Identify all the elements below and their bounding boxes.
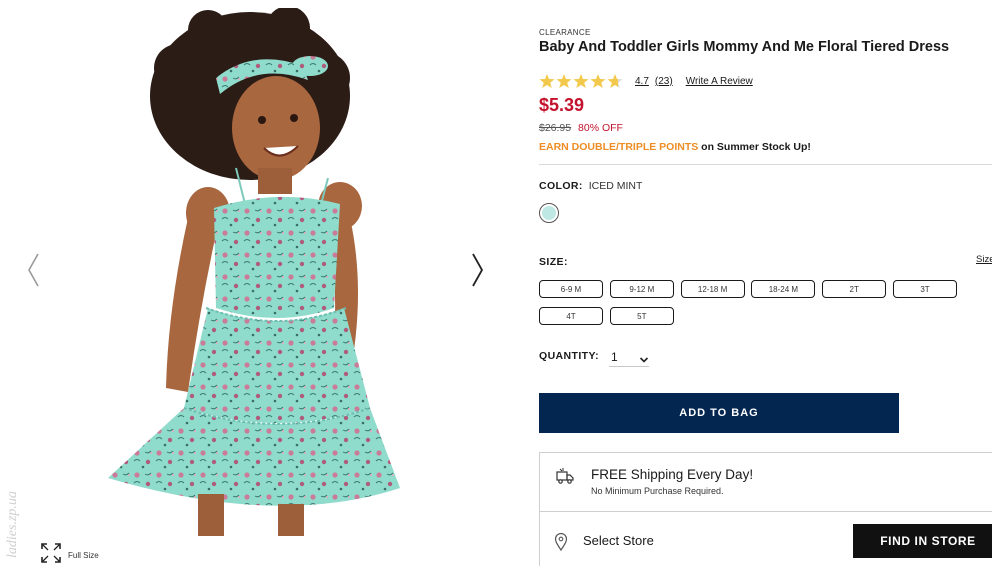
shipping-title: FREE Shipping Every Day! <box>591 467 754 482</box>
promo-rest: on Summer Stock Up! <box>698 141 811 153</box>
promo-text: EARN DOUBLE/TRIPLE POINTS on Summer Stoc… <box>539 141 811 153</box>
size-guide-link[interactable]: Size <box>976 254 992 265</box>
star-icon <box>607 73 623 89</box>
select-store-link[interactable]: Select Store <box>583 533 654 548</box>
truck-icon <box>556 467 574 485</box>
write-review-link[interactable]: Write A Review <box>686 76 753 87</box>
rating-value[interactable]: 4.7 <box>635 76 649 87</box>
sale-price: $5.39 <box>539 95 585 115</box>
clearance-badge: CLEARANCE <box>539 28 591 37</box>
size-option[interactable]: 6-9 M <box>539 280 603 298</box>
fulfillment-box: FREE Shipping Every Day! No Minimum Purc… <box>539 452 992 566</box>
discount-label: 80% OFF <box>578 122 623 134</box>
star-icon <box>539 73 555 89</box>
add-to-bag-button[interactable]: ADD TO BAG <box>539 393 899 433</box>
product-photo[interactable] <box>88 8 418 536</box>
quantity-value: 1 <box>611 349 618 364</box>
rating-row: 4.7 (23) Write A Review <box>539 72 753 90</box>
size-option[interactable]: 9-12 M <box>609 280 674 298</box>
star-icon <box>590 73 606 89</box>
quantity-select[interactable]: 1 <box>609 347 649 367</box>
chevron-right-icon[interactable] <box>467 252 487 288</box>
product-info: CLEARANCE Baby And Toddler Girls Mommy A… <box>539 0 992 566</box>
divider <box>539 164 992 165</box>
color-row: COLOR: ICED MINT <box>539 180 642 192</box>
star-rating <box>539 73 623 89</box>
product-gallery: Full Size ladies.zp.ua <box>0 0 520 566</box>
color-value: ICED MINT <box>588 180 643 192</box>
swatch-color <box>542 206 556 220</box>
review-count[interactable]: (23) <box>655 76 673 87</box>
product-title: Baby And Toddler Girls Mommy And Me Flor… <box>539 39 950 55</box>
divider <box>540 511 992 512</box>
watermark: ladies.zp.ua <box>5 491 20 558</box>
size-option[interactable]: 5T <box>609 307 674 325</box>
size-label: SIZE: <box>539 256 568 268</box>
size-option[interactable]: 18-24 M <box>751 280 816 298</box>
full-size-label: Full Size <box>68 550 99 560</box>
shipping-subtitle: No Minimum Purchase Required. <box>591 486 724 496</box>
find-in-store-button[interactable]: FIND IN STORE <box>853 524 992 558</box>
star-icon <box>556 73 572 89</box>
size-option[interactable]: 4T <box>539 307 603 325</box>
promo-highlight: EARN DOUBLE/TRIPLE POINTS <box>539 141 699 153</box>
size-option[interactable]: 2T <box>822 280 887 298</box>
size-option[interactable]: 3T <box>893 280 957 298</box>
star-icon <box>573 73 589 89</box>
chevron-down-icon <box>639 352 649 363</box>
full-size-button[interactable]: Full Size <box>40 542 99 566</box>
original-price: $26.95 <box>539 122 572 134</box>
size-option[interactable]: 12-18 M <box>680 280 745 298</box>
was-price-row: $26.95 80% OFF <box>539 122 623 134</box>
expand-icon <box>40 542 62 566</box>
location-pin-icon <box>554 532 568 552</box>
chevron-left-icon[interactable] <box>24 252 44 288</box>
svg-text:ladies.zp.ua: ladies.zp.ua <box>5 491 20 558</box>
quantity-label: QUANTITY: <box>539 350 599 362</box>
color-swatch-iced-mint[interactable] <box>539 203 559 223</box>
color-label: COLOR: <box>539 180 583 192</box>
